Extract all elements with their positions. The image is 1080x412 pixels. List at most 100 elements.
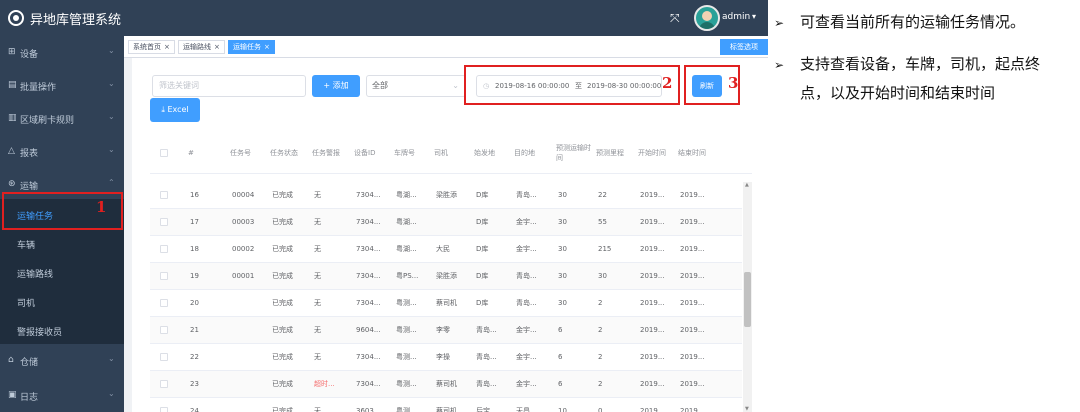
row-checkbox[interactable] xyxy=(160,398,168,412)
row-checkbox[interactable] xyxy=(160,263,168,290)
table-row[interactable]: 24 已完成 无 3603... 粤测... 蔡司机 后宝... 天昌... 10 0 2019..… xyxy=(150,398,742,412)
tag-0[interactable]: 系统首页 × xyxy=(128,40,175,54)
table-cell: 2019... xyxy=(640,191,665,199)
table-cell: D库 xyxy=(476,245,489,253)
avatar[interactable] xyxy=(694,5,720,31)
table-cell: 粤测... xyxy=(396,353,417,361)
table-row[interactable]: 23 已完成 超时... 7304... 粤测... 蔡司机 青岛... 金宇... 6 2 201… xyxy=(150,371,742,398)
table-cell: 20 xyxy=(190,299,199,307)
table-row[interactable]: 22 已完成 无 7304... 粤测... 李操 青岛... 金宇... 6 2 2019... 2… xyxy=(150,344,742,371)
sidebar-subitem-3[interactable]: 司机 xyxy=(0,286,124,315)
sidebar-subitem-4[interactable]: 警报接收员 xyxy=(0,315,124,344)
keyword-input[interactable]: 筛选关键词 xyxy=(152,75,306,97)
sidebar-item-6[interactable]: ▣ 日志 ⌄ xyxy=(0,379,124,412)
tag-label: 系统首页 xyxy=(133,43,161,51)
sidebar-item-2[interactable]: ▥ 区域刷卡规则 ⌄ xyxy=(0,102,124,135)
sidebar-item-label: 仓储 xyxy=(20,358,39,368)
table-cell: 金宇... xyxy=(516,218,537,226)
table-cell: 粤测... xyxy=(396,326,417,334)
table-cell: 后宝... xyxy=(476,407,497,412)
table-cell: 30 xyxy=(598,272,607,280)
scroll-up-icon[interactable]: ▲ xyxy=(745,182,749,188)
row-checkbox[interactable] xyxy=(160,182,168,209)
table-row[interactable]: 16 00004 已完成 无 7304... 粤湖... 梁胜添 D库 青岛... 30 22 201… xyxy=(150,182,742,209)
table-cell: 金宇... xyxy=(516,380,537,388)
table-cell: 7304... xyxy=(356,218,381,226)
table-row[interactable]: 20 已完成 无 7304... 粤测... 蔡司机 D库 青岛... 30 2 2019... 20… xyxy=(150,290,742,317)
vertical-scrollbar[interactable]: ▲ ▼ xyxy=(743,182,752,412)
add-button[interactable]: + 添加 xyxy=(312,75,360,97)
column-header[interactable]: 任务状态 xyxy=(270,132,310,174)
user-name[interactable]: admin xyxy=(722,12,750,22)
status-select[interactable]: 全部 ⌄ xyxy=(366,75,466,97)
table-cell: 天昌... xyxy=(516,407,537,412)
select-all-checkbox[interactable] xyxy=(160,132,180,174)
column-header[interactable]: 任务警报 xyxy=(312,132,352,174)
excel-export-button[interactable]: ⤓ Excel xyxy=(150,98,200,122)
table-cell: 30 xyxy=(558,245,567,253)
column-header[interactable]: 车牌号 xyxy=(394,132,432,174)
sidebar-subitem-label: 运输路线 xyxy=(17,270,54,280)
tag-2[interactable]: 运输任务 × xyxy=(228,40,275,54)
table-cell: 无 xyxy=(314,191,321,199)
close-icon[interactable]: × xyxy=(264,43,270,51)
sidebar-subitem-2[interactable]: 运输路线 xyxy=(0,257,124,286)
table-cell: 2 xyxy=(598,326,603,334)
menu-icon: ⊞ xyxy=(8,47,16,57)
column-header[interactable]: 始发地 xyxy=(474,132,512,174)
close-icon[interactable]: × xyxy=(164,43,170,51)
column-header[interactable]: 开始时间 xyxy=(638,132,676,174)
fullscreen-icon[interactable]: ⤧ xyxy=(670,11,680,26)
table-cell: 2019... xyxy=(680,299,705,307)
close-icon[interactable]: × xyxy=(214,43,220,51)
table-row[interactable]: 17 00003 已完成 无 7304... 粤湖... D库 金宇... 30 55 2019..… xyxy=(150,209,742,236)
table-cell: 3603... xyxy=(356,407,381,412)
app-screenshot: 异地库管理系统 ⤧ admin ▾ ⊞ 设备 ⌄ ▤ 批量操作 ⌄ ▥ 区域刷卡规则 ⌄ △ 报表 ⌄… xyxy=(0,0,768,412)
column-header[interactable]: 预测运输时间 xyxy=(556,132,594,174)
column-header[interactable]: 结束时间 xyxy=(678,132,718,174)
sidebar-item-5[interactable]: ⌂ 仓储 ⌄ xyxy=(0,344,124,377)
table-cell: D库 xyxy=(476,272,489,280)
chevron-down-icon: ⌄ xyxy=(108,112,115,121)
table-cell: 已完成 xyxy=(272,245,293,253)
row-checkbox[interactable] xyxy=(160,371,168,398)
table-row[interactable]: 19 00001 已完成 无 7304... 粤PS... 梁胜添 D库 青岛... 30 30 20… xyxy=(150,263,742,290)
table-cell: 22 xyxy=(598,191,607,199)
table-cell: 2019... xyxy=(640,407,665,412)
status-select-value: 全部 xyxy=(372,81,388,90)
row-checkbox[interactable] xyxy=(160,236,168,263)
sidebar-item-3[interactable]: △ 报表 ⌄ xyxy=(0,135,124,168)
table-row[interactable]: 18 00002 已完成 无 7304... 粤湖... 大民 D库 金宇... 30 215 201… xyxy=(150,236,742,263)
row-checkbox[interactable] xyxy=(160,209,168,236)
sidebar-item-label: 区域刷卡规则 xyxy=(20,116,75,126)
sidebar-item-1[interactable]: ▤ 批量操作 ⌄ xyxy=(0,69,124,102)
main-content: 筛选关键词 + 添加 全部 ⌄ ◷ 2019-08-16 00:00:00 至 … xyxy=(124,58,768,412)
column-header[interactable]: 设备ID xyxy=(354,132,392,174)
sidebar-subitem-label: 车辆 xyxy=(17,241,36,251)
chevron-down-icon[interactable]: ▾ xyxy=(752,12,756,21)
column-header[interactable]: 任务号 xyxy=(230,132,268,174)
sidebar-item-0[interactable]: ⊞ 设备 ⌄ xyxy=(0,36,124,69)
table-cell: 粤湖... xyxy=(396,245,417,253)
chevron-down-icon: ⌃ xyxy=(108,178,115,187)
table-row[interactable]: 21 已完成 无 9604... 粤测... 李零 青岛... 金宇... 6 2 2019... 2… xyxy=(150,317,742,344)
column-header[interactable]: # xyxy=(188,132,222,174)
scroll-thumb[interactable] xyxy=(744,272,751,327)
tag-1[interactable]: 运输路线 × xyxy=(178,40,225,54)
table-cell: 21 xyxy=(190,326,199,334)
tags-options-button[interactable]: 标签选项 xyxy=(720,39,768,55)
table-cell: 2019... xyxy=(640,218,665,226)
sidebar-subitem-1[interactable]: 车辆 xyxy=(0,228,124,257)
row-checkbox[interactable] xyxy=(160,290,168,317)
scroll-down-icon[interactable]: ▼ xyxy=(745,406,749,412)
table-cell: 7304... xyxy=(356,272,381,280)
logo-icon xyxy=(8,10,24,26)
chevron-down-icon: ⌄ xyxy=(108,79,115,88)
row-checkbox[interactable] xyxy=(160,317,168,344)
menu-icon: ▤ xyxy=(8,80,17,90)
sidebar-subitem-label: 司机 xyxy=(17,299,36,309)
column-header[interactable]: 司机 xyxy=(434,132,472,174)
row-checkbox[interactable] xyxy=(160,344,168,371)
column-header[interactable]: 目的地 xyxy=(514,132,554,174)
column-header[interactable]: 预测里程 xyxy=(596,132,636,174)
